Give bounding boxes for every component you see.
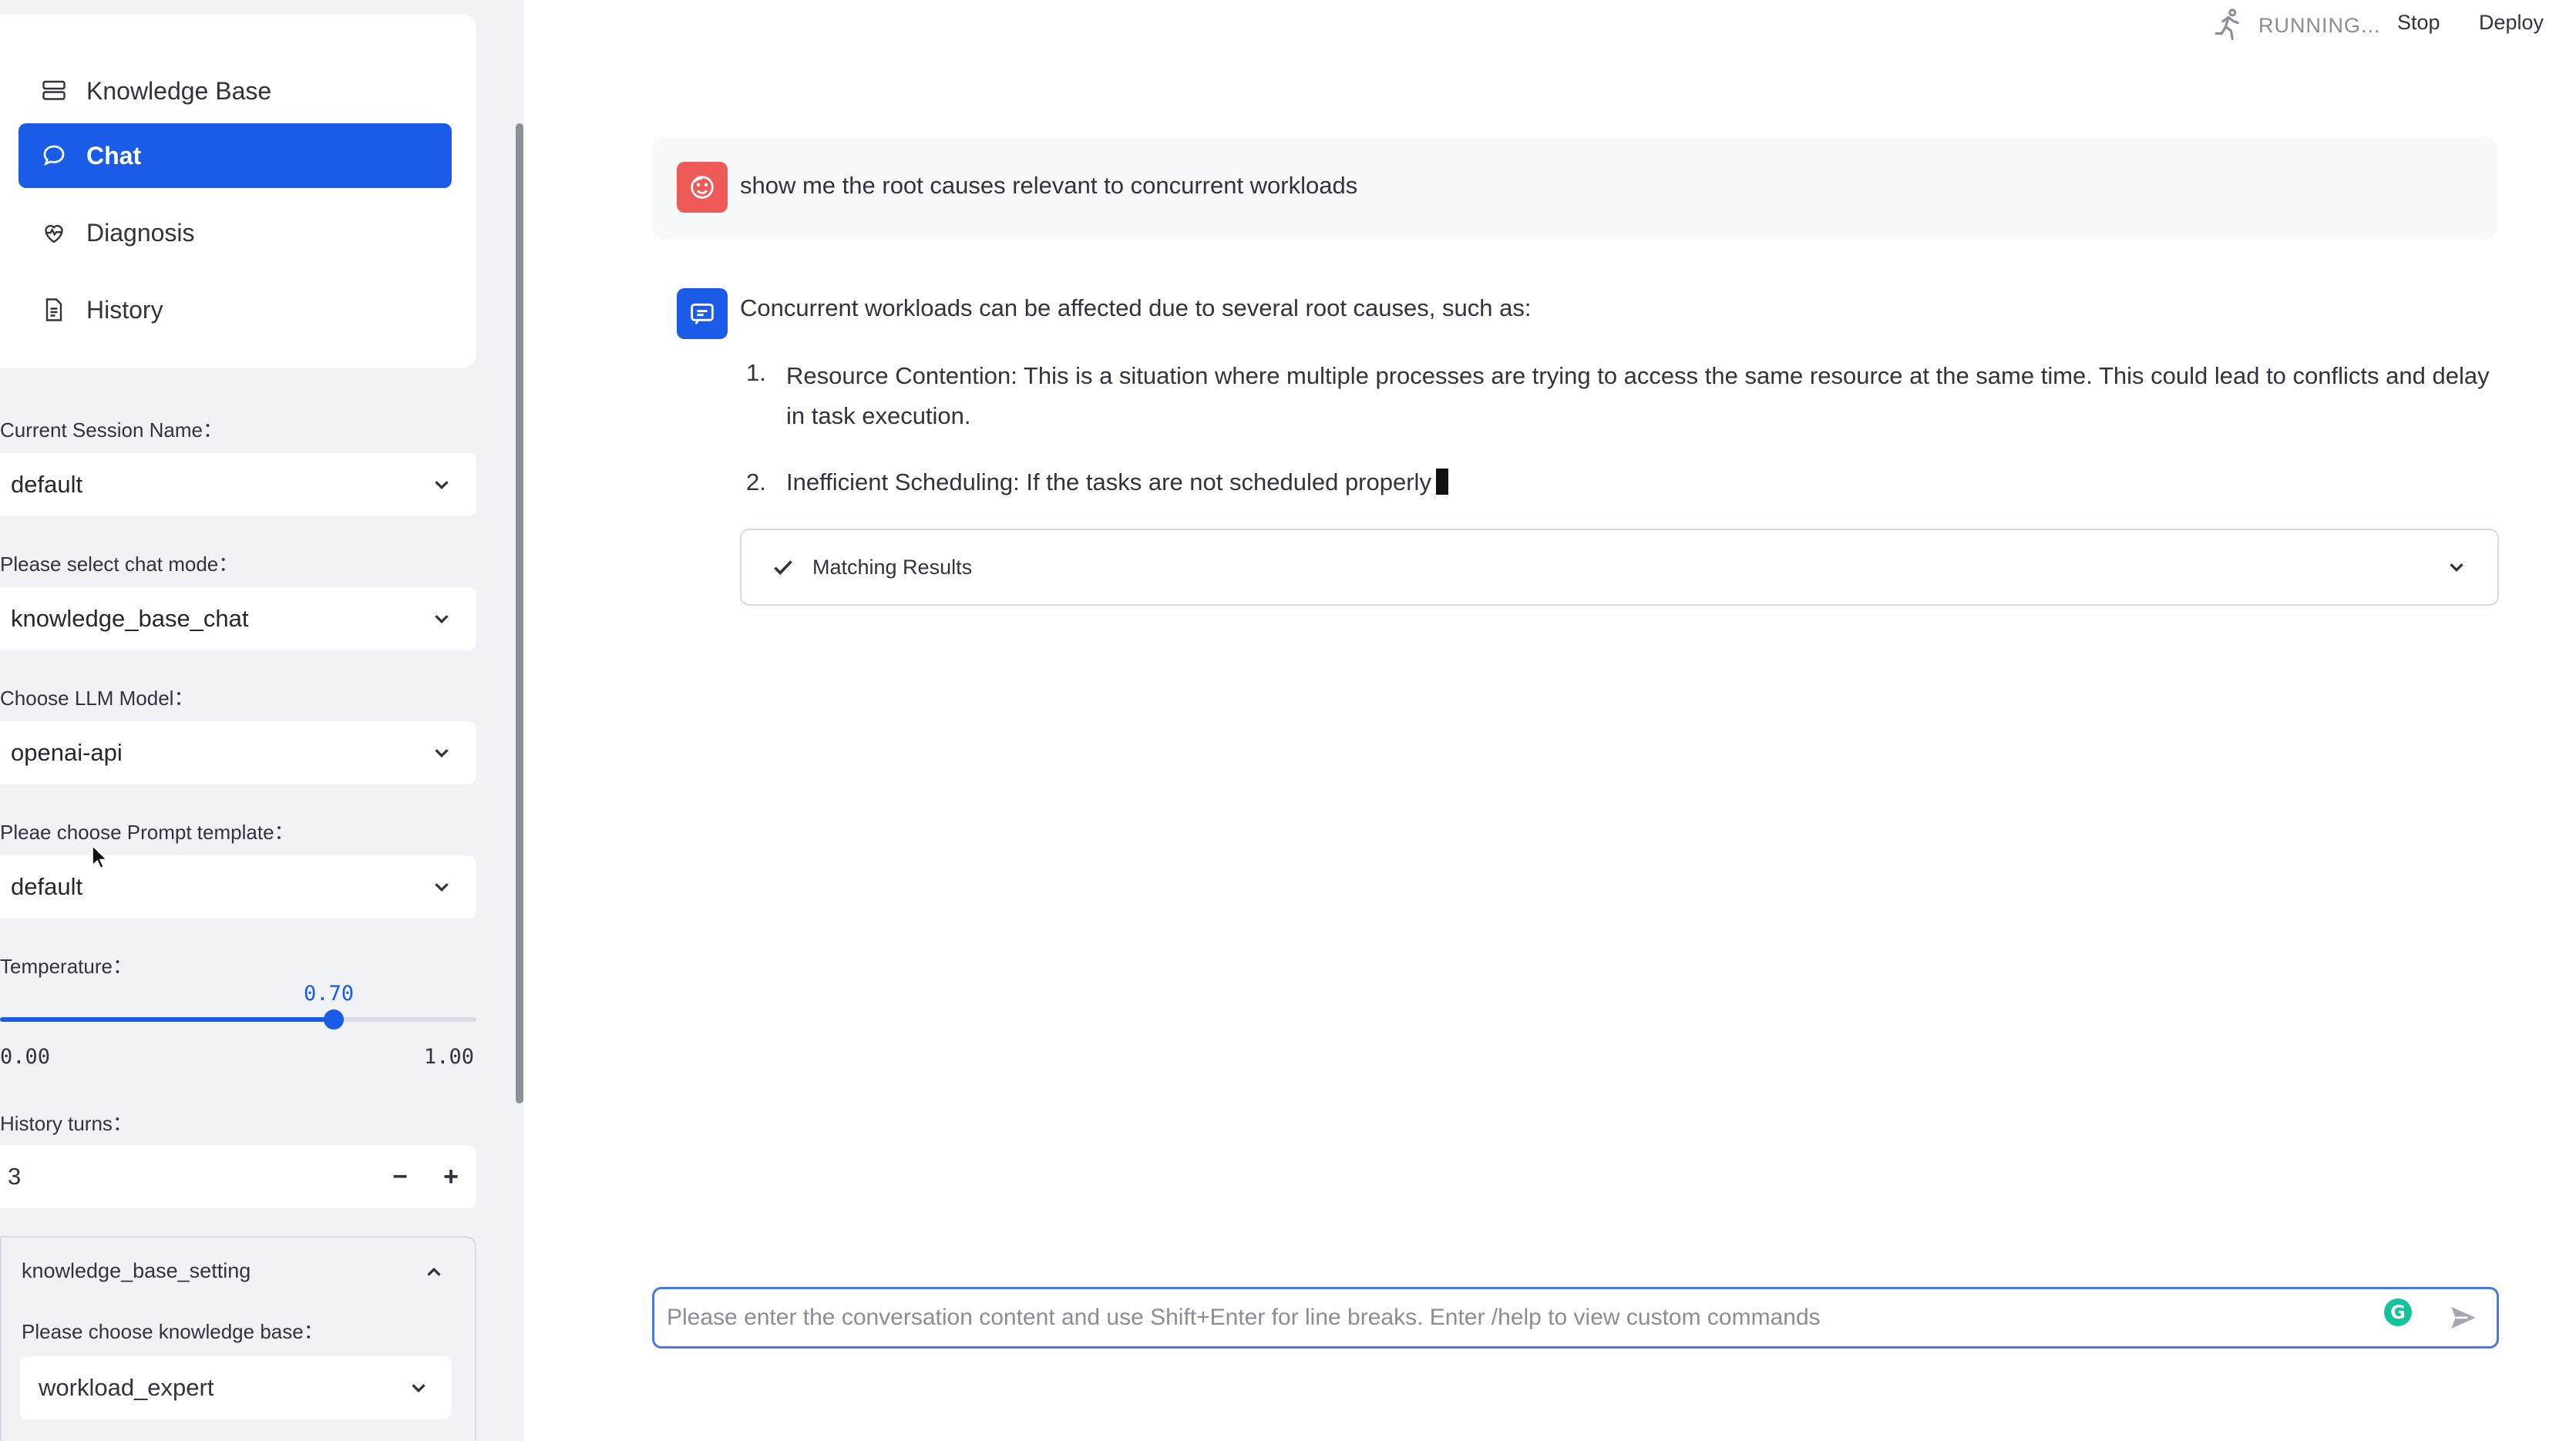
chat-mode-label: Please select chat mode： [0,553,239,576]
matching-results-expander[interactable]: Matching Results [740,529,2499,606]
knowledge-base-value: workload_expert [39,1374,214,1401]
user-avatar [677,162,728,213]
deploy-button[interactable]: Deploy [2479,11,2544,35]
list-number: 1. [746,359,766,386]
prompt-template-label: Pleae choose Prompt template： [0,821,294,844]
nav-item-knowledge-base[interactable]: Knowledge Base [18,59,452,123]
decrement-button[interactable]: − [375,1162,425,1192]
chevron-down-icon [435,749,449,758]
grammarly-icon[interactable]: G [2384,1298,2412,1326]
assistant-chat-icon [691,303,714,325]
llm-model-select[interactable]: openai-api [0,721,476,784]
user-face-icon [691,176,714,199]
check-icon [774,560,792,576]
temperature-label: Temperature： [0,955,133,978]
nav-item-label: Chat [86,141,142,170]
assistant-avatar [677,288,728,339]
temperature-max: 1.00 [424,1045,475,1069]
chat-mode-select[interactable]: knowledge_base_chat [0,587,476,650]
chevron-up-icon[interactable] [422,1261,446,1284]
increment-button[interactable]: + [425,1162,476,1192]
session-name-select[interactable]: default [0,453,476,516]
chat-input[interactable] [654,1294,2384,1342]
nav-item-chat[interactable]: Chat [18,123,452,188]
temperature-slider[interactable] [0,1009,476,1030]
sidebar: Knowledge Base Chat Diagnosis History Cu… [0,0,524,1441]
chevron-down-icon [435,615,449,624]
chevron-down-icon [435,883,449,892]
chat-mode-value: knowledge_base_chat [11,605,249,632]
list-item-content: Inefficient Scheduling: If the tasks are… [786,469,1431,495]
knowledge-base-select[interactable]: workload_expert [20,1356,452,1419]
running-person-icon [2214,8,2239,41]
list-item-content: Resource Contention: This is a situation… [786,362,2490,429]
temperature-min: 0.00 [0,1045,51,1069]
user-message-text: show me the root causes relevant to conc… [740,172,1358,199]
history-turns-label: History turns： [0,1112,133,1135]
streaming-cursor [1435,469,1448,495]
matching-results-label: Matching Results [812,555,973,579]
nav-menu: Knowledge Base Chat Diagnosis History [0,14,476,368]
chevron-down-icon [2450,563,2463,573]
nav-item-label: Knowledge Base [86,76,272,105]
database-icon [39,76,69,106]
kb-setting-title[interactable]: knowledge_base_setting [22,1259,251,1283]
llm-model-value: openai-api [11,739,123,766]
prompt-template-select[interactable]: default [0,855,476,919]
sidebar-scrollbar[interactable] [516,123,523,1103]
nav-item-label: History [86,295,163,324]
session-name-value: default [11,471,83,498]
nav-item-diagnosis[interactable]: Diagnosis [18,200,452,265]
heart-pulse-icon [39,217,69,248]
status-text: RUNNING... [2258,13,2381,37]
list-item-text: Resource Contention: This is a situation… [786,356,2505,436]
list-item-text: Inefficient Scheduling: If the tasks are… [786,462,2505,502]
chat-input-box: G [652,1287,2499,1349]
history-turns-input[interactable]: 3 [8,1163,375,1191]
send-icon[interactable] [2447,1302,2480,1334]
slider-fill [0,1017,334,1022]
chevron-down-icon [435,481,449,490]
knowledge-base-setting-panel: knowledge_base_setting Please choose kno… [0,1236,476,1441]
chat-bubble-icon [39,140,69,171]
chevron-down-icon [412,1384,425,1393]
running-status: RUNNING... [2212,8,2381,43]
grammarly-letter: G [2390,1302,2406,1323]
kb-choose-label: Please choose knowledge base： [22,1320,324,1343]
assistant-message-intro: Concurrent workloads can be affected due… [740,294,1532,321]
history-turns-stepper: 3 − + [0,1145,476,1208]
nav-item-history[interactable]: History [18,277,452,342]
stop-button[interactable]: Stop [2397,11,2440,35]
list-number: 2. [746,469,766,495]
slider-thumb[interactable] [323,1009,344,1030]
document-icon [39,294,69,325]
prompt-template-value: default [11,873,83,900]
llm-model-label: Choose LLM Model： [0,687,194,710]
nav-item-label: Diagnosis [86,218,195,247]
session-name-label: Current Session Name： [0,418,223,442]
temperature-value: 0.70 [304,982,355,1006]
mouse-pointer-icon [92,845,108,869]
